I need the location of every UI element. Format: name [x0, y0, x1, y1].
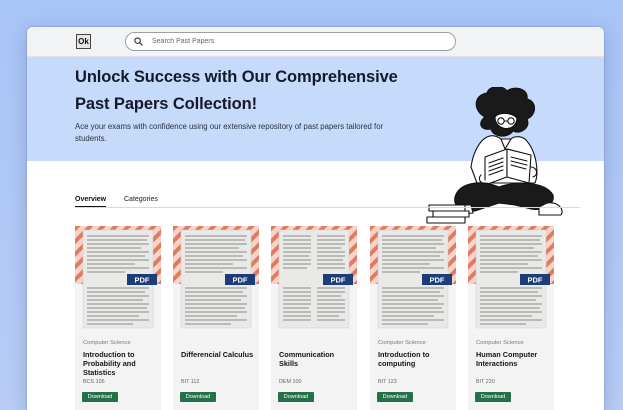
card-title: Communication Skills [279, 350, 335, 368]
paper-card[interactable]: PDF Computer Science Introduction to Pro… [75, 226, 161, 410]
pdf-badge: PDF [233, 276, 248, 285]
top-navigation-bar: Ok [27, 27, 604, 57]
download-button[interactable]: Download [180, 392, 216, 402]
download-button[interactable]: Download [475, 392, 511, 402]
card-title: Introduction to Probability and Statisti… [83, 350, 136, 377]
search-bar[interactable] [125, 32, 456, 51]
search-icon [134, 37, 143, 46]
app-window: Ok Unlock Success with Our Comprehensive… [27, 27, 604, 410]
hero-title: Unlock Success with Our Comprehensive Pa… [75, 68, 398, 113]
pdf-badge: PDF [430, 276, 445, 285]
pdf-badge: PDF [528, 276, 543, 285]
paper-card[interactable]: PDF Computer Science Introduction to com… [370, 226, 456, 410]
paper-thumbnail: PDF [468, 226, 554, 334]
card-category: Computer Science [83, 340, 131, 346]
paper-thumbnail: PDF [75, 226, 161, 334]
card-course-code: BIT 123 [378, 379, 397, 385]
paper-card[interactable]: PDF Differencial Calculus BIT 112 Downlo… [173, 226, 259, 410]
download-button[interactable]: Download [278, 392, 314, 402]
download-button[interactable]: Download [82, 392, 118, 402]
card-title: Introduction to computing [378, 350, 430, 368]
card-course-code: BIT 220 [476, 379, 495, 385]
pdf-badge: PDF [135, 276, 150, 285]
site-logo[interactable]: Ok [76, 34, 91, 49]
card-category: Computer Science [378, 340, 426, 346]
card-course-code: DEM 100 [279, 379, 302, 385]
hero-subtitle: Ace your exams with confidence using our… [75, 122, 384, 143]
paper-thumbnail: PDF [271, 226, 357, 334]
card-title: Differencial Calculus [181, 350, 254, 359]
card-course-code: BCS 105 [83, 379, 105, 385]
paper-thumbnail: PDF [370, 226, 456, 334]
search-input[interactable] [152, 38, 432, 45]
download-button[interactable]: Download [377, 392, 413, 402]
card-title: Human Computer Interactions [476, 350, 538, 368]
tab-overview[interactable]: Overview [75, 196, 107, 207]
pdf-badge: PDF [331, 276, 346, 285]
paper-thumbnail: PDF [173, 226, 259, 334]
paper-card[interactable]: PDF Communication Skills DEM 100 Downloa… [271, 226, 357, 410]
tab-categories[interactable]: Categories [124, 196, 158, 203]
content-tabs: Overview Categories [75, 195, 580, 208]
card-category: Computer Science [476, 340, 524, 346]
paper-card[interactable]: PDF Computer Science Human Computer Inte… [468, 226, 554, 410]
card-course-code: BIT 112 [181, 379, 200, 385]
